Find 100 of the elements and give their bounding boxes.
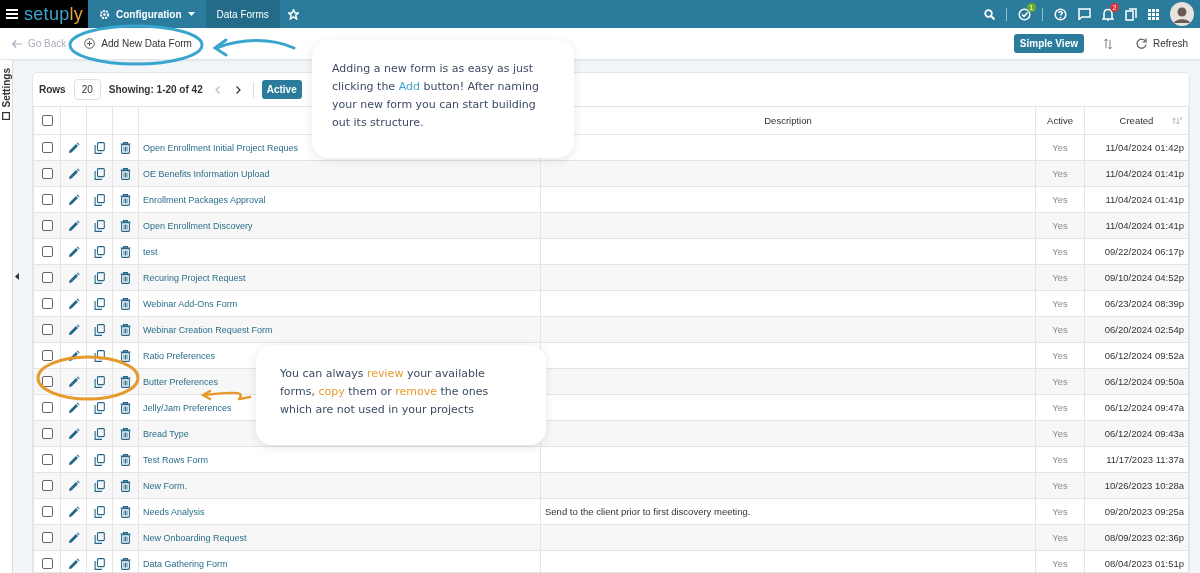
copy-icon[interactable]	[93, 557, 106, 570]
copy-icon[interactable]	[93, 375, 106, 388]
configuration-menu[interactable]: Configuration	[88, 0, 206, 28]
row-checkbox[interactable]	[41, 376, 53, 387]
logo[interactable]: setuply	[24, 5, 84, 23]
copy-icon[interactable]	[93, 219, 106, 232]
pencil-icon[interactable]	[67, 531, 80, 544]
trash-icon[interactable]	[120, 271, 131, 284]
form-name-link[interactable]: Recuring Project Request	[143, 273, 246, 283]
copy-icon[interactable]	[93, 141, 106, 154]
trash-icon[interactable]	[120, 375, 131, 388]
row-checkbox[interactable]	[41, 480, 53, 491]
form-name-link[interactable]: test	[143, 247, 158, 257]
form-name-link[interactable]: Needs Analysis	[143, 507, 205, 517]
pencil-icon[interactable]	[67, 245, 80, 258]
check-circle-icon[interactable]	[1018, 7, 1031, 21]
row-checkbox[interactable]	[41, 272, 53, 283]
form-name-link[interactable]: Test Rows Form	[143, 455, 208, 465]
collapse-caret-icon[interactable]	[15, 273, 19, 280]
trash-icon[interactable]	[120, 297, 131, 310]
active-filter-button[interactable]: Active	[261, 80, 302, 99]
menu-icon[interactable]	[6, 9, 18, 19]
row-checkbox[interactable]	[41, 532, 53, 543]
copy-icon[interactable]	[93, 427, 106, 440]
form-name-link[interactable]: Butter Preferences	[143, 377, 219, 387]
column-header[interactable]: Active	[1047, 115, 1073, 126]
copy-icon[interactable]	[93, 453, 106, 466]
trash-icon[interactable]	[120, 349, 131, 362]
copy-icon[interactable]	[93, 531, 106, 544]
copy-icon[interactable]	[93, 193, 106, 206]
form-name-link[interactable]: Enrollment Packages Approval	[143, 195, 266, 205]
form-name-link[interactable]: OE Benefits Information Upload	[143, 169, 270, 179]
trash-icon[interactable]	[120, 141, 131, 154]
copy-icon[interactable]	[93, 297, 106, 310]
settings-side-tab[interactable]: Settings	[0, 60, 13, 573]
pencil-icon[interactable]	[67, 167, 80, 180]
avatar-icon[interactable]	[1170, 2, 1194, 26]
copy-icon[interactable]	[93, 271, 106, 284]
pencil-icon[interactable]	[67, 375, 80, 388]
trash-icon[interactable]	[120, 505, 131, 518]
bell-icon[interactable]	[1102, 7, 1114, 21]
form-name-link[interactable]: Data Gathering Form	[143, 559, 228, 569]
sort-arrows-icon[interactable]	[1104, 37, 1112, 50]
chat-icon[interactable]	[1078, 8, 1091, 20]
grid-icon[interactable]	[1148, 8, 1159, 20]
trash-icon[interactable]	[120, 245, 131, 258]
trash-icon[interactable]	[120, 479, 131, 492]
column-header[interactable]: Description	[764, 115, 812, 126]
pencil-icon[interactable]	[67, 557, 80, 570]
trash-icon[interactable]	[120, 323, 131, 336]
row-checkbox[interactable]	[41, 142, 53, 153]
row-checkbox[interactable]	[41, 350, 53, 361]
pages-icon[interactable]	[1125, 7, 1137, 21]
trash-icon[interactable]	[120, 193, 131, 206]
copy-icon[interactable]	[93, 245, 106, 258]
column-header[interactable]: Created	[1119, 115, 1154, 126]
rows-field[interactable]: 20	[73, 79, 101, 100]
simple-view-button[interactable]: Simple View	[1013, 34, 1084, 53]
form-name-link[interactable]: Bread Type	[143, 429, 189, 439]
copy-icon[interactable]	[93, 323, 106, 336]
row-checkbox[interactable]	[41, 558, 53, 569]
next-page-icon[interactable]	[235, 85, 241, 94]
row-checkbox[interactable]	[41, 246, 53, 257]
nav-tab[interactable]: Data Forms	[205, 0, 280, 28]
trash-icon[interactable]	[120, 401, 131, 414]
form-name-link[interactable]: Ratio Preferences	[143, 351, 216, 361]
copy-icon[interactable]	[93, 349, 106, 362]
row-checkbox[interactable]	[41, 298, 53, 309]
trash-icon[interactable]	[120, 453, 131, 466]
row-checkbox[interactable]	[41, 324, 53, 335]
pencil-icon[interactable]	[67, 297, 80, 310]
form-name-link[interactable]: New Onboarding Request	[143, 533, 247, 543]
trash-icon[interactable]	[120, 219, 131, 232]
pencil-icon[interactable]	[67, 141, 80, 154]
copy-icon[interactable]	[93, 505, 106, 518]
form-name-link[interactable]: Webinar Creation Request Form	[143, 325, 273, 335]
row-checkbox[interactable]	[41, 428, 53, 439]
pencil-icon[interactable]	[67, 505, 80, 518]
pencil-icon[interactable]	[67, 427, 80, 440]
form-name-link[interactable]: Webinar Add-Ons Form	[143, 299, 238, 309]
form-name-link[interactable]: Open Enrollment Discovery	[143, 221, 253, 231]
row-checkbox[interactable]	[41, 220, 53, 231]
pencil-icon[interactable]	[67, 219, 80, 232]
pencil-icon[interactable]	[67, 271, 80, 284]
help-icon[interactable]	[1054, 7, 1067, 21]
copy-icon[interactable]	[93, 479, 106, 492]
refresh-button[interactable]: Refresh	[1132, 35, 1192, 52]
trash-icon[interactable]	[120, 557, 131, 570]
search-icon[interactable]	[984, 8, 995, 20]
pencil-icon[interactable]	[67, 453, 80, 466]
form-name-link[interactable]: Open Enrollment Initial Project Reques	[143, 143, 299, 153]
pencil-icon[interactable]	[67, 349, 80, 362]
form-name-link[interactable]: Jelly/Jam Preferences	[143, 403, 232, 413]
row-checkbox[interactable]	[41, 506, 53, 517]
star-icon[interactable]	[287, 8, 299, 20]
trash-icon[interactable]	[120, 427, 131, 440]
copy-icon[interactable]	[93, 167, 106, 180]
trash-icon[interactable]	[120, 531, 131, 544]
row-checkbox[interactable]	[41, 402, 53, 413]
pencil-icon[interactable]	[67, 401, 80, 414]
